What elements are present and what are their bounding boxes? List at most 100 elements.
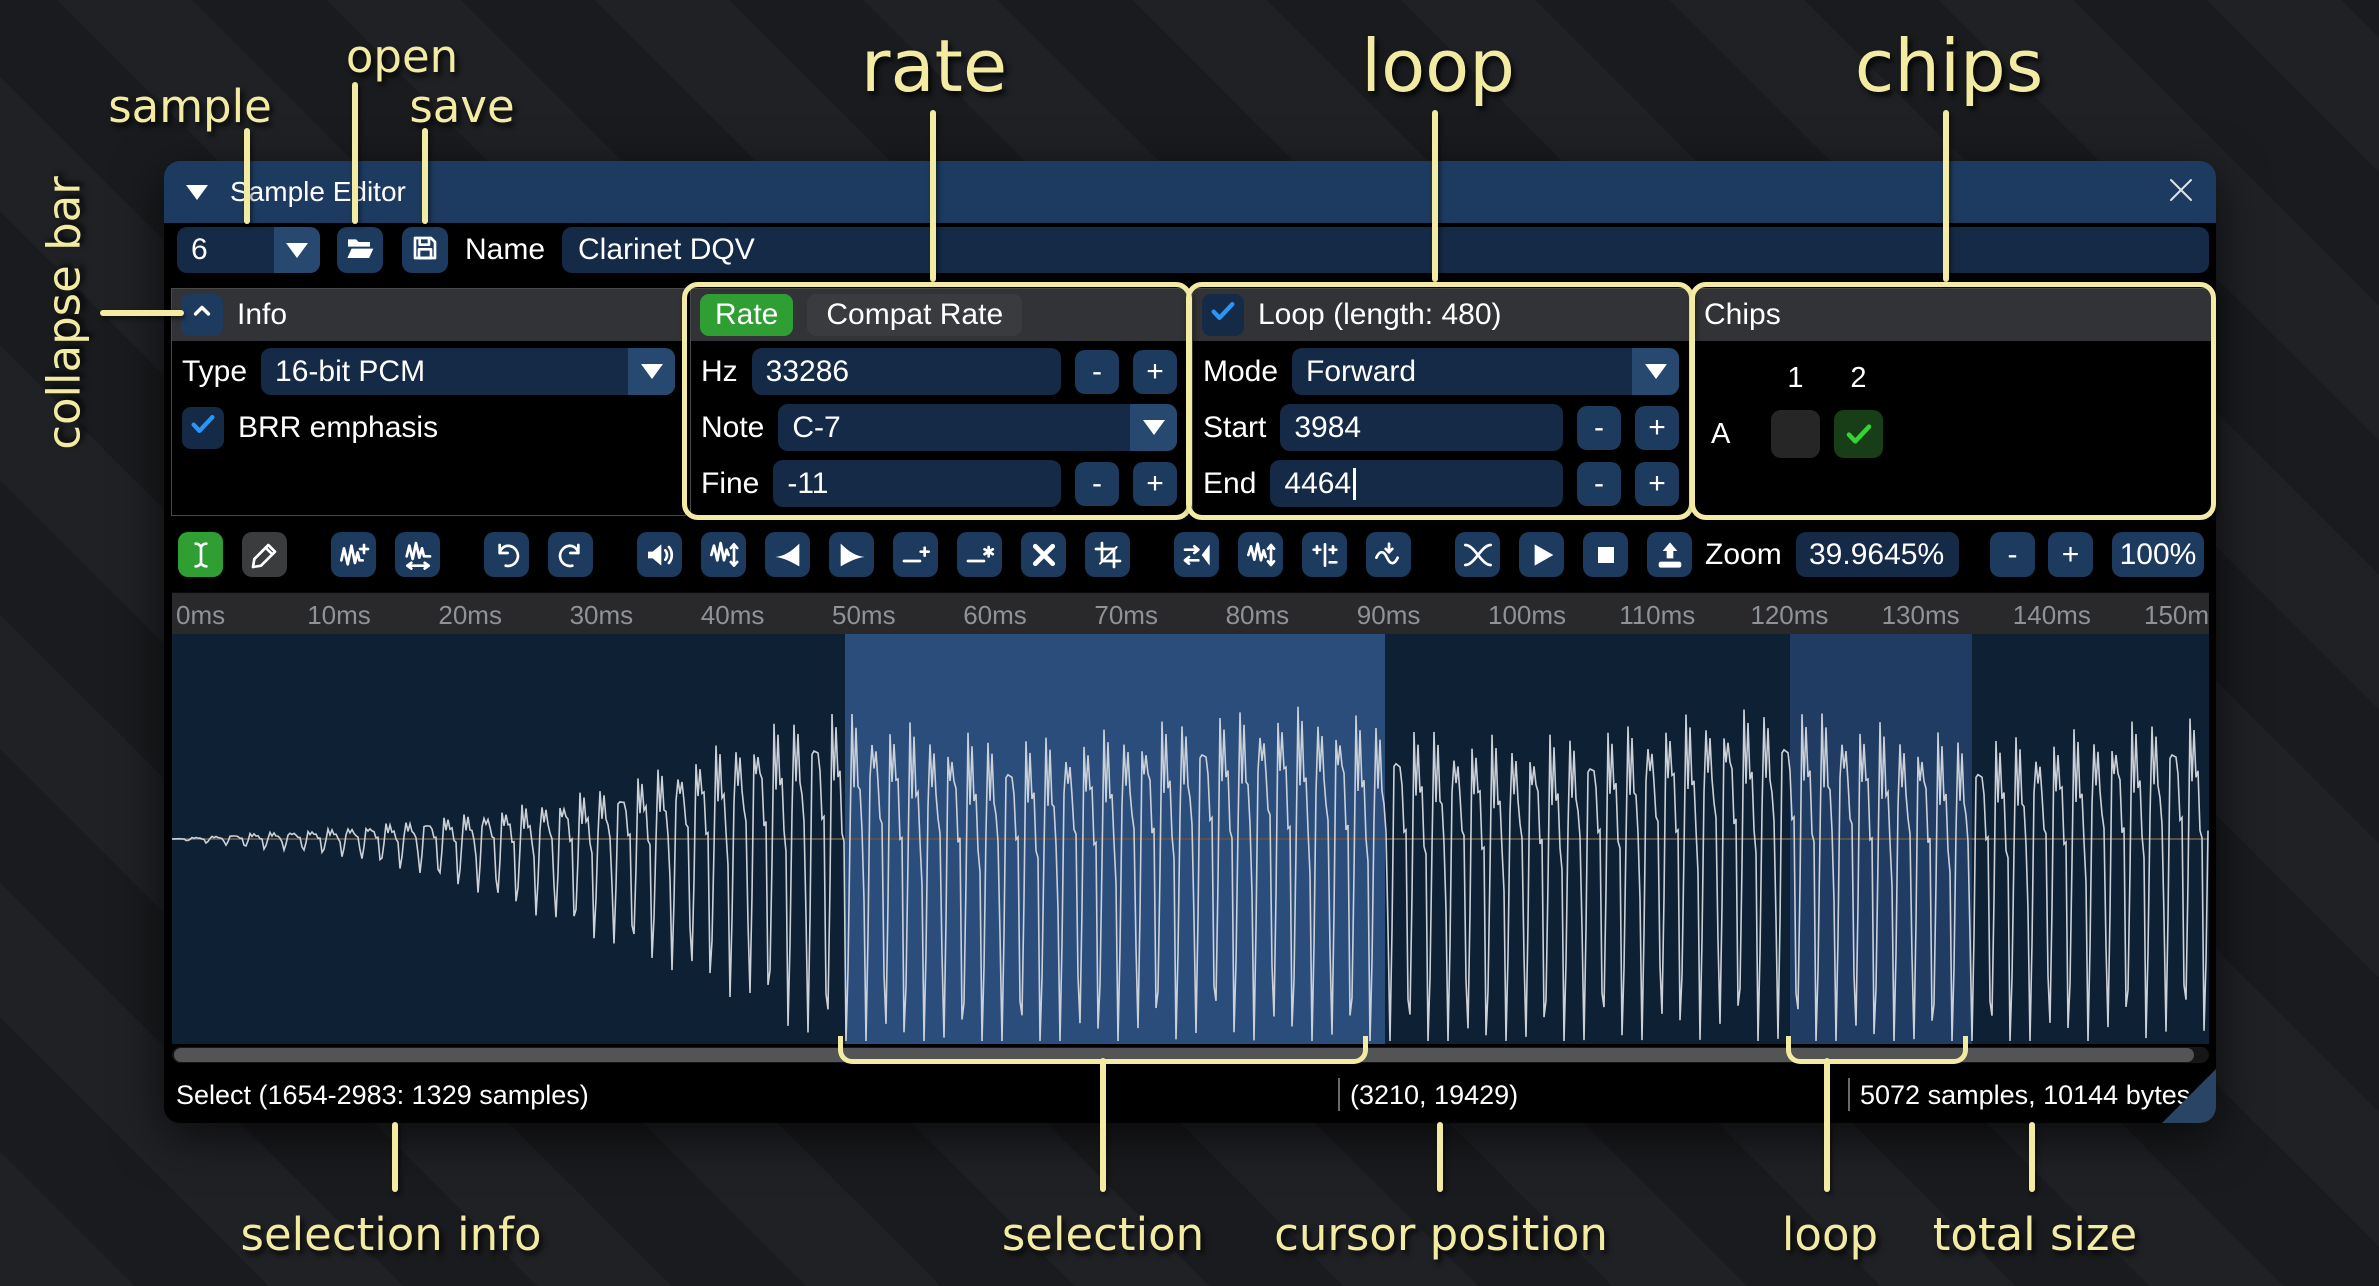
callout-line-selection-info [392, 1122, 398, 1192]
callout-line-chips [1943, 110, 1949, 282]
window-collapse-icon[interactable] [186, 185, 208, 200]
crossfade-icon [1462, 539, 1494, 571]
chevron-up-icon [188, 297, 216, 333]
play-icon [1526, 539, 1558, 571]
zoom-in-button[interactable]: + [2048, 532, 2093, 577]
zoom-value: 39.9645% [1809, 538, 1944, 571]
zoom-label: Zoom [1705, 532, 1782, 577]
apply-silence-button[interactable] [957, 532, 1002, 577]
ruler-tick-label: 80ms [1226, 600, 1290, 631]
resample-button[interactable] [395, 532, 440, 577]
delete-button[interactable] [1021, 532, 1066, 577]
ruler-tick-label: 40ms [701, 600, 765, 631]
chevron-down-icon [286, 243, 308, 258]
ruler-tick-label: 130ms [1882, 600, 1960, 631]
titlebar[interactable]: Sample Editor [164, 161, 2216, 223]
waveform-view[interactable] [172, 634, 2209, 1044]
crossfade-button[interactable] [1455, 532, 1500, 577]
bracket-loop [1786, 1036, 1968, 1064]
ruler-tick-label: 90ms [1357, 600, 1421, 631]
check-icon [188, 409, 218, 447]
ruler-tick-label: 110ms [1619, 600, 1695, 631]
callout-line-collapse-bar [100, 310, 184, 316]
open-sample-button[interactable] [337, 227, 383, 273]
upload-icon [1654, 539, 1686, 571]
ruler-tick-label: 0ms [176, 600, 225, 631]
sign-icon [1309, 539, 1341, 571]
annotation-cursor-position: cursor position [1274, 1208, 1608, 1261]
annotation-rate: rate [861, 24, 1007, 108]
resize-button[interactable] [331, 532, 376, 577]
highlight-box-chips [1690, 282, 2216, 520]
status-selection-info: Select (1654-2983: 1329 samples) [176, 1080, 589, 1111]
sign-convert-button[interactable] [1302, 532, 1347, 577]
sample-selector[interactable]: 6 [177, 227, 320, 273]
annotation-total-size: total size [1933, 1208, 2137, 1261]
fade-in-icon [772, 539, 804, 571]
ruler-tick-label: 70ms [1094, 600, 1158, 631]
annotation-save: save [409, 80, 514, 133]
silence-plus-icon [900, 539, 932, 571]
ruler-tick-label: 20ms [438, 600, 502, 631]
invert-button[interactable] [1238, 532, 1283, 577]
waveform-svg [172, 634, 2209, 1044]
ruler-tick-label: 100ms [1488, 600, 1566, 631]
filter-button[interactable] [1366, 532, 1411, 577]
trim-button[interactable] [1085, 532, 1130, 577]
undo-icon [491, 539, 523, 571]
annotation-selection: selection [1002, 1208, 1204, 1261]
fade-in-button[interactable] [765, 532, 810, 577]
brr-emphasis-checkbox[interactable] [182, 407, 224, 449]
zoom-reset-button[interactable]: 100% [2112, 532, 2204, 577]
create-instrument-button[interactable] [1647, 532, 1692, 577]
select-mode-button[interactable] [178, 532, 223, 577]
callout-line-cursor-position [1437, 1122, 1443, 1192]
save-sample-button[interactable] [402, 227, 448, 273]
close-button[interactable] [2158, 169, 2204, 215]
status-total-size: 5072 samples, 10144 bytes [1860, 1080, 2190, 1111]
normalize-button[interactable] [701, 532, 746, 577]
crop-icon [1092, 539, 1124, 571]
annotation-selection-info: selection info [241, 1208, 542, 1261]
undo-button[interactable] [484, 532, 529, 577]
chevron-down-icon [628, 348, 675, 395]
type-value: 16-bit PCM [261, 355, 628, 389]
fade-out-button[interactable] [829, 532, 874, 577]
callout-line-open [352, 82, 358, 224]
wave-stretch-icon [402, 539, 434, 571]
floppy-save-icon [409, 232, 441, 269]
type-label: Type [182, 355, 247, 389]
callout-line-rate [930, 110, 936, 282]
annotation-loop-region: loop [1782, 1208, 1878, 1261]
timeline-ruler: 0ms10ms20ms30ms40ms50ms60ms70ms80ms90ms1… [172, 592, 2209, 636]
toolbar-buttons [178, 532, 1711, 577]
stop-button[interactable] [1583, 532, 1628, 577]
ruler-tick-label: 50ms [832, 600, 896, 631]
speaker-icon [644, 539, 676, 571]
status-bar: Select (1654-2983: 1329 samples) (3210, … [164, 1075, 2216, 1117]
zoom-out-button[interactable]: - [1990, 532, 2035, 577]
info-collapse-button[interactable] [181, 294, 223, 336]
callout-line-total-size [2029, 1122, 2035, 1192]
insert-silence-button[interactable] [893, 532, 938, 577]
draw-mode-button[interactable] [242, 532, 287, 577]
preview-button[interactable] [1519, 532, 1564, 577]
type-dropdown[interactable]: 16-bit PCM [261, 348, 675, 395]
callout-line-sample [244, 128, 250, 224]
redo-button[interactable] [548, 532, 593, 577]
reverse-button[interactable] [1174, 532, 1219, 577]
sample-name-value: Clarinet DQV [578, 233, 755, 266]
ruler-tick-label: 120ms [1750, 600, 1828, 631]
status-separator [1338, 1078, 1340, 1111]
annotation-loop: loop [1361, 24, 1515, 108]
highlight-box-loop [1186, 282, 1694, 520]
annotation-sample: sample [108, 80, 272, 133]
sample-name-input[interactable]: Clarinet DQV [562, 227, 2209, 273]
pencil-icon [249, 539, 281, 571]
zoom-input[interactable]: 39.9645% [1796, 532, 1959, 577]
amplify-button[interactable] [637, 532, 682, 577]
fade-out-icon [836, 539, 868, 571]
info-title: Info [237, 298, 287, 332]
delete-icon [1028, 539, 1060, 571]
sample-selector-arrow[interactable] [274, 227, 320, 273]
